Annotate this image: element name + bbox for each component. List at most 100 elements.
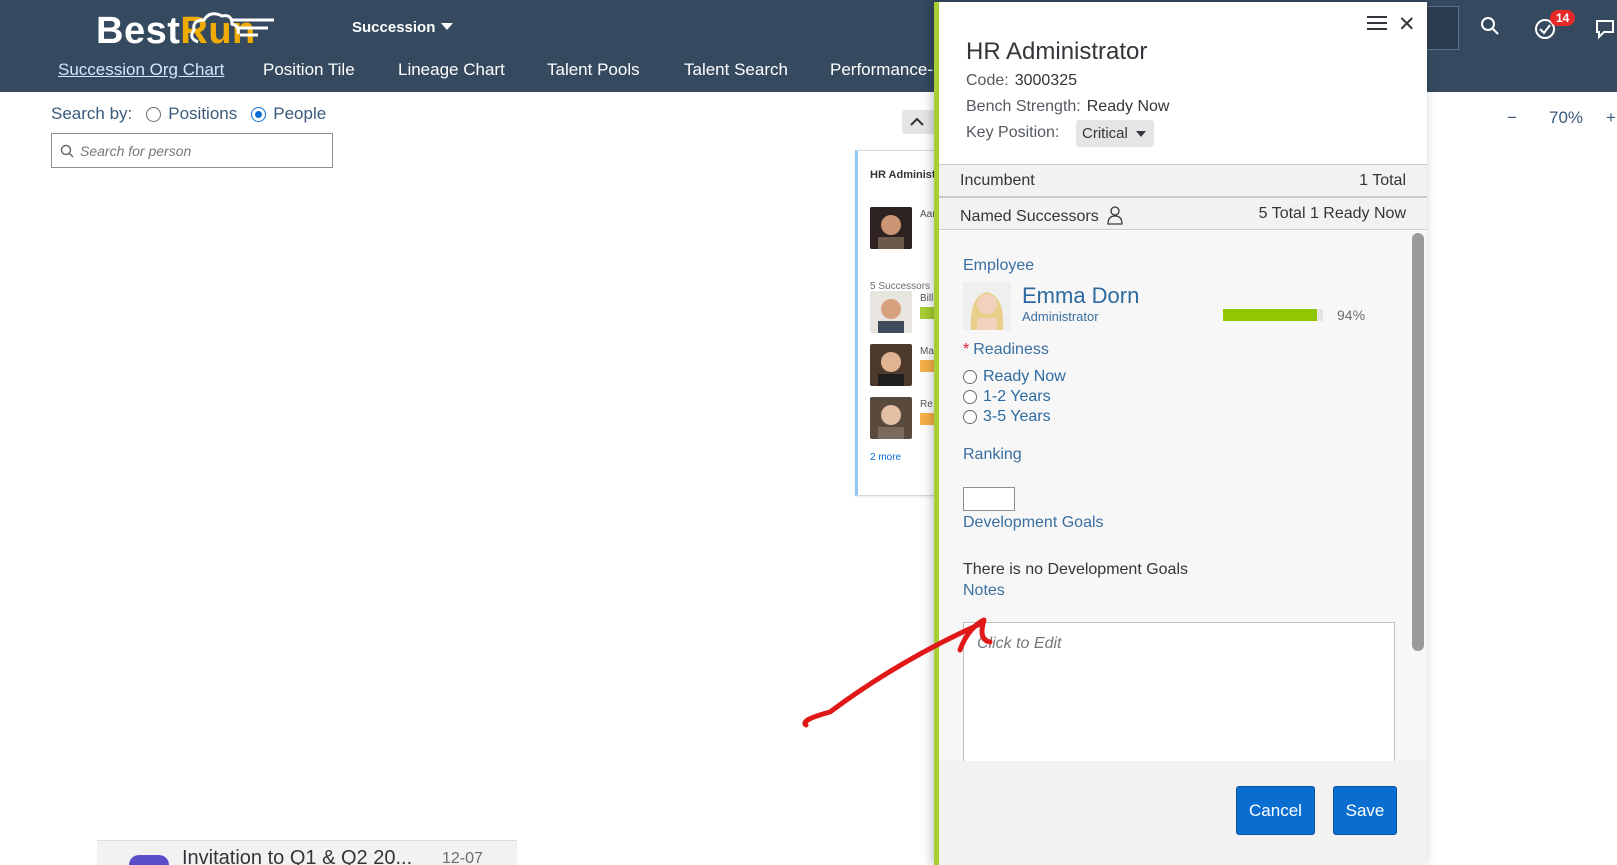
nav-talent-pools[interactable]: Talent Pools <box>547 60 640 80</box>
named-successors-total: 5 Total 1 Ready Now <box>1258 205 1406 222</box>
notification-toast[interactable]: Invitation to Q1 & Q2 20... 12-07 <box>97 840 517 865</box>
module-label: Succession <box>352 19 436 36</box>
code-label: Code: <box>966 72 1009 89</box>
chevron-down-icon <box>441 23 454 30</box>
option-people[interactable]: People <box>251 104 326 124</box>
nav-position-tile[interactable]: Position Tile <box>263 60 355 80</box>
successor-avatar <box>870 291 912 333</box>
option-positions-label: Positions <box>168 104 238 123</box>
person-icon <box>1107 206 1123 225</box>
match-percent: 94% <box>1337 307 1366 323</box>
key-position-value: Critical <box>1082 125 1128 142</box>
successor-name: Re <box>920 399 933 410</box>
panel-body: Employee Emma Dorn Administrator 94% * Re… <box>939 231 1427 761</box>
notes-textarea[interactable] <box>963 622 1395 761</box>
employee-label: Employee <box>963 257 1035 274</box>
search-icon <box>60 144 74 158</box>
named-successors-label: Named Successors <box>960 208 1099 225</box>
successor-name: Ma <box>920 346 934 357</box>
readiness-tag <box>920 307 934 319</box>
bench-strength: Bench Strength: Ready Now <box>966 98 1169 116</box>
employee-role: Administrator <box>1022 309 1099 324</box>
readiness-tag <box>920 413 934 425</box>
panel-header: ✕ HR Administrator Code: 3000325 Bench St… <box>939 2 1427 164</box>
chevron-up-icon <box>910 117 924 126</box>
notes-label: Notes <box>963 582 1005 599</box>
search-by-group: Search by: Positions People <box>51 104 326 124</box>
notification-badge: 14 <box>1550 10 1576 26</box>
search-by-label: Search by: <box>51 104 133 123</box>
person-search-input[interactable] <box>80 142 320 159</box>
more-successors-link[interactable]: 2 more <box>870 452 901 463</box>
incumbent-row[interactable]: Incumbent 1 Total <box>939 164 1427 197</box>
save-button[interactable]: Save <box>1333 786 1397 835</box>
zoom-level: 70% <box>1549 108 1584 127</box>
incumbent-total: 1 Total <box>1359 172 1406 189</box>
incumbent-label: Incumbent <box>960 172 1035 189</box>
readiness-option-label: 1-2 Years <box>983 388 1051 405</box>
ranking-input[interactable] <box>963 487 1015 511</box>
org-card-title: HR Administrator <box>870 169 934 181</box>
cancel-button[interactable]: Cancel <box>1236 786 1315 835</box>
panel-footer: Cancel Save <box>939 761 1427 865</box>
employee-name[interactable]: Emma Dorn <box>1022 283 1139 309</box>
required-marker: * <box>963 341 970 358</box>
development-goals-text: There is no Development Goals <box>963 561 1188 578</box>
panel-scrollbar[interactable] <box>1412 233 1424 651</box>
readiness-label-text: Readiness <box>973 341 1049 358</box>
search-icon[interactable] <box>1480 16 1500 36</box>
key-position-dropdown[interactable]: Critical <box>1076 120 1154 147</box>
position-code: Code: 3000325 <box>966 72 1077 90</box>
person-search-field[interactable] <box>51 133 333 168</box>
radio-positions[interactable] <box>146 106 162 122</box>
feedback-icon[interactable] <box>1594 18 1616 40</box>
brand-text-best: Best <box>96 10 181 52</box>
ranking-label: Ranking <box>963 446 1022 463</box>
development-goals-label: Development Goals <box>963 514 1104 531</box>
bench-value: Ready Now <box>1086 98 1170 115</box>
successor-avatar <box>870 344 912 386</box>
panel-title: HR Administrator <box>966 38 1148 65</box>
module-switcher[interactable]: Succession <box>352 19 454 36</box>
notification-date: 12-07 <box>442 850 483 865</box>
option-positions[interactable]: Positions <box>146 104 237 124</box>
brand-cloud-icon <box>190 12 274 44</box>
org-chart-position-card[interactable]: HR Administrator Aar 5 Successors Bill M… <box>855 150 935 496</box>
key-position: Key Position: <box>966 124 1065 142</box>
radio-1-2-years[interactable] <box>963 390 977 404</box>
nav-talent-search[interactable]: Talent Search <box>684 60 788 80</box>
readiness-label: * Readiness <box>963 341 1049 359</box>
chevron-down-icon <box>1135 131 1146 137</box>
successor-name: Bill <box>920 293 934 304</box>
nav-performance[interactable]: Performance-P <box>830 60 944 80</box>
incumbent-name: Aar <box>920 209 935 220</box>
readiness-option-ready-now[interactable]: Ready Now <box>963 368 1066 386</box>
key-position-label: Key Position: <box>966 124 1060 141</box>
incumbent-avatar <box>870 207 912 249</box>
successor-avatar <box>870 397 912 439</box>
readiness-option-label: Ready Now <box>983 368 1066 385</box>
option-people-label: People <box>273 104 327 123</box>
close-icon[interactable]: ✕ <box>1398 12 1416 37</box>
zoom-out-button[interactable]: − <box>1507 108 1517 128</box>
calendar-icon <box>129 855 169 865</box>
readiness-option-1-2-years[interactable]: 1-2 Years <box>963 388 1051 406</box>
readiness-option-label: 3-5 Years <box>983 408 1051 425</box>
menu-icon[interactable] <box>1367 14 1387 32</box>
named-successors-row[interactable]: Named Successors 5 Total 1 Ready Now <box>939 197 1427 230</box>
nav-lineage-chart[interactable]: Lineage Chart <box>398 60 505 80</box>
bench-label: Bench Strength: <box>966 98 1081 115</box>
match-progress-bar <box>1223 309 1323 321</box>
radio-people[interactable] <box>251 106 267 122</box>
radio-ready-now[interactable] <box>963 370 977 384</box>
radio-3-5-years[interactable] <box>963 410 977 424</box>
code-value: 3000325 <box>1014 72 1077 89</box>
readiness-option-3-5-years[interactable]: 3-5 Years <box>963 408 1051 426</box>
readiness-tag <box>920 360 934 372</box>
position-detail-panel: ✕ HR Administrator Code: 3000325 Bench St… <box>934 2 1427 865</box>
notification-text: Invitation to Q1 & Q2 20... <box>182 847 413 865</box>
zoom-in-button[interactable]: + <box>1606 108 1616 128</box>
match-progress-fill <box>1223 309 1317 321</box>
employee-avatar <box>963 282 1011 330</box>
nav-succession-org-chart[interactable]: Succession Org Chart <box>58 60 224 80</box>
